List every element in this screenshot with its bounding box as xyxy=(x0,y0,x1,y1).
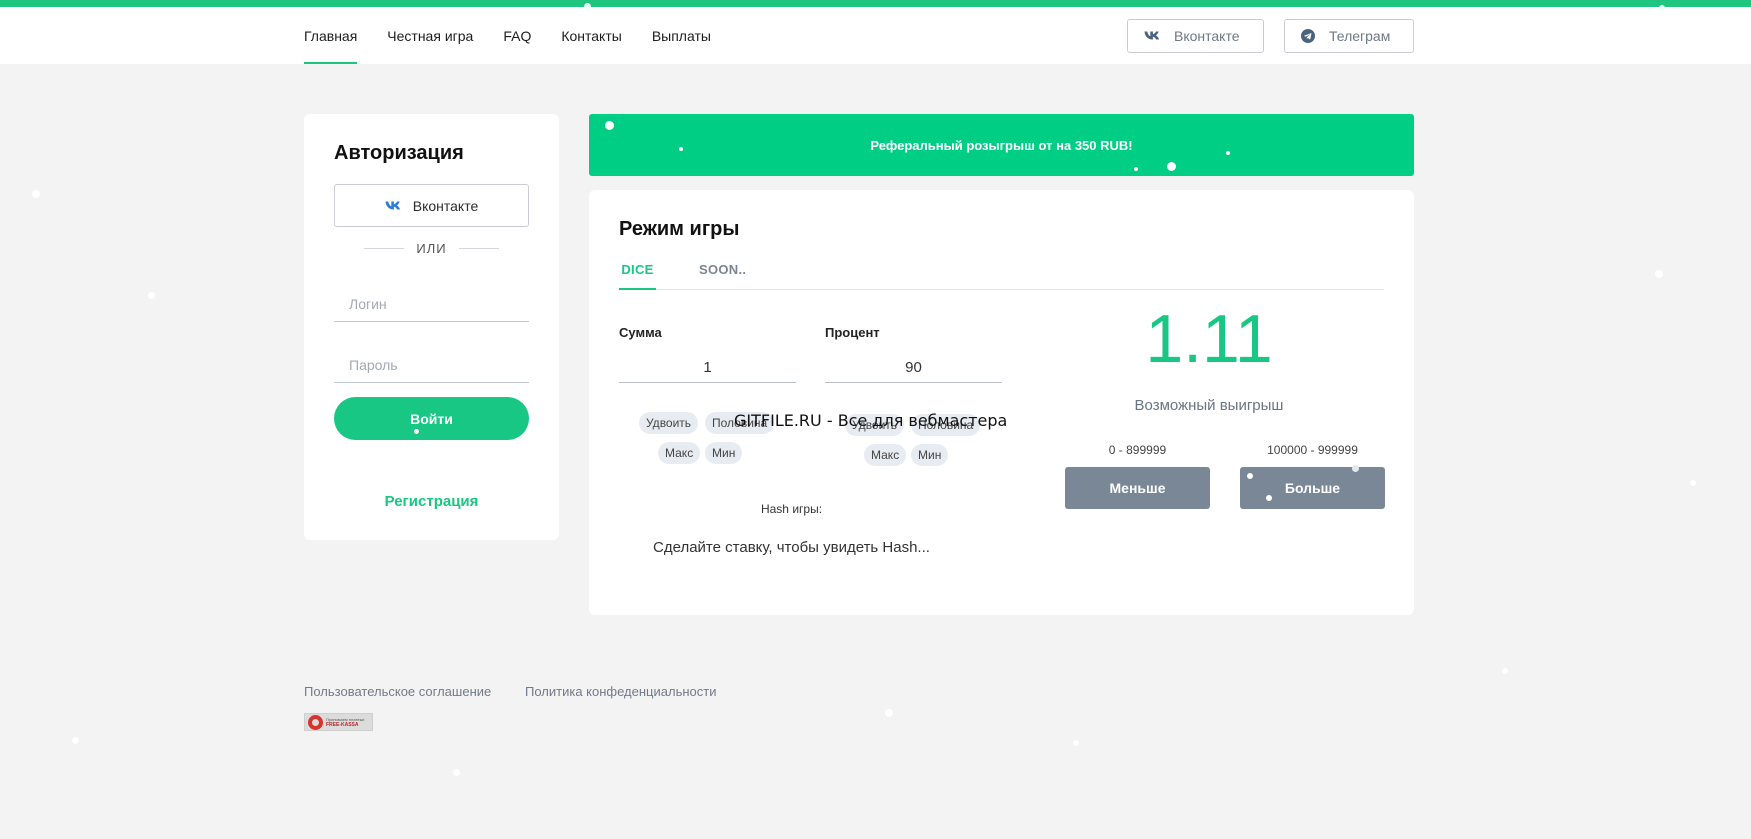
percent-label: Процент xyxy=(825,325,880,340)
snow-particle xyxy=(1655,270,1663,278)
main-nav: Главная Честная игра FAQ Контакты Выплат… xyxy=(304,7,741,64)
snow-particle xyxy=(32,190,40,198)
password-input[interactable] xyxy=(334,347,529,383)
login-button[interactable]: Войти xyxy=(334,397,529,440)
header-vk-button[interactable]: Вконтакте xyxy=(1127,19,1264,53)
divider-line xyxy=(458,247,499,249)
hash-label: Hash игры: xyxy=(760,502,823,516)
sum-max-chip[interactable]: Макс xyxy=(658,442,701,464)
snow-particle xyxy=(1690,480,1696,486)
coefficient-display: 1.11 xyxy=(1145,301,1273,377)
nav-item-faq[interactable]: FAQ xyxy=(503,7,531,64)
vk-login-label: Вконтакте xyxy=(412,197,479,214)
site-header: Главная Честная игра FAQ Контакты Выплат… xyxy=(0,7,1751,64)
snow-particle xyxy=(1073,740,1079,746)
sum-double-chip[interactable]: Удвоить xyxy=(639,412,699,434)
header-vk-label: Вконтакте xyxy=(1174,28,1240,44)
tab-dice[interactable]: DICE xyxy=(619,262,656,290)
sum-input[interactable] xyxy=(619,353,796,383)
or-divider: ИЛИ xyxy=(364,238,499,258)
bet-less-button[interactable]: Меньше xyxy=(1065,467,1210,509)
register-link[interactable]: Регистрация xyxy=(304,493,559,510)
watermark-text: GITFILE.RU - Все для вебмастера xyxy=(734,411,1008,430)
login-input[interactable] xyxy=(334,286,529,322)
game-mode-title: Режим игры xyxy=(619,218,740,240)
referral-promo-banner[interactable]: Реферальный розыгрыш от на 350 RUB! xyxy=(589,114,1414,176)
footer-privacy-policy-link[interactable]: Политика конфеденциальности xyxy=(525,684,716,699)
snow-particle xyxy=(72,737,79,744)
percent-input[interactable] xyxy=(825,353,1002,383)
auth-title: Авторизация xyxy=(334,142,464,164)
nav-item-payouts[interactable]: Выплаты xyxy=(652,7,711,64)
percent-max-chip[interactable]: Макс xyxy=(864,444,907,466)
nav-item-contacts[interactable]: Контакты xyxy=(561,7,621,64)
vk-icon xyxy=(1144,31,1160,41)
divider-line xyxy=(364,247,405,249)
snow-particle xyxy=(148,292,155,299)
freekassa-badge[interactable]: Принимаем платежи FREE-KASSA xyxy=(304,713,373,731)
freekassa-name: FREE-KASSA xyxy=(326,721,359,728)
footer-user-agreement-link[interactable]: Пользовательское соглашение xyxy=(304,684,491,699)
bet-more-button[interactable]: Больше xyxy=(1240,467,1385,509)
snow-particle xyxy=(453,769,460,776)
hash-value: Сделайте ставку, чтобы увидеть Hash... xyxy=(653,539,930,556)
nav-item-fair-game[interactable]: Честная игра xyxy=(387,7,473,64)
tab-soon[interactable]: SOON.. xyxy=(699,262,746,290)
auth-card: Авторизация Вконтакте ИЛИ Войти Регистра… xyxy=(304,114,559,540)
freekassa-text: Принимаем платежи FREE-KASSA xyxy=(326,717,364,728)
vk-login-button[interactable]: Вконтакте xyxy=(334,184,529,227)
or-text: ИЛИ xyxy=(416,240,447,256)
range-high: 100000 - 999999 xyxy=(1267,443,1358,457)
sum-label: Сумма xyxy=(619,325,662,340)
percent-min-chip[interactable]: Мин xyxy=(911,444,949,466)
promo-text: Реферальный розыгрыш от на 350 RUB! xyxy=(870,137,1133,153)
game-mode-tabs: DICE SOON.. xyxy=(619,262,1384,290)
telegram-icon xyxy=(1301,29,1315,43)
possible-win-label: Возможный выигрыш xyxy=(1134,397,1284,414)
header-telegram-label: Телеграм xyxy=(1329,28,1391,44)
top-accent-bar xyxy=(0,0,1751,7)
snow-particle xyxy=(885,709,893,717)
nav-item-home[interactable]: Главная xyxy=(304,7,358,64)
sum-min-chip[interactable]: Мин xyxy=(705,442,743,464)
game-card: Режим игры DICE SOON.. Сумма Процент Удв… xyxy=(589,190,1414,615)
snow-particle xyxy=(1502,668,1508,674)
range-low: 0 - 899999 xyxy=(1108,443,1167,457)
freekassa-logo-icon xyxy=(308,714,323,730)
vk-icon xyxy=(385,201,401,211)
header-telegram-button[interactable]: Телеграм xyxy=(1284,19,1414,53)
